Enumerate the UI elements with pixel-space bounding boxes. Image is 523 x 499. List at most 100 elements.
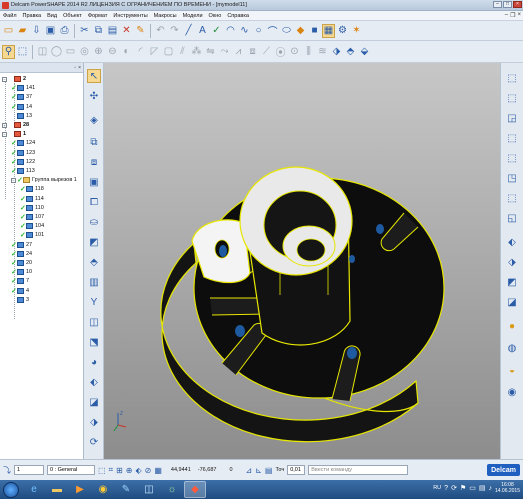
tree-item[interactable]: ✓ 113 (11, 167, 35, 175)
menu-models[interactable]: Модели (180, 13, 206, 19)
collapse-icon[interactable]: − (2, 76, 7, 82)
grid-toggle-icon[interactable]: ⊞ (116, 466, 123, 475)
tree-item[interactable]: ✓ 122 (11, 158, 35, 166)
solid-mode-icon[interactable]: ▦ (322, 23, 335, 38)
curve-icon[interactable]: ∿ (238, 24, 251, 38)
group-icon[interactable]: ▣ (87, 175, 101, 189)
language-indicator[interactable]: RU (433, 485, 441, 491)
tree-item[interactable]: +28 (2, 121, 29, 129)
box-view-icon[interactable]: ▥ (87, 275, 101, 289)
tray-battery-icon[interactable]: ▭ (469, 484, 476, 492)
view-top-icon[interactable]: ⬚ (505, 71, 519, 85)
menu-file[interactable]: Файл (0, 13, 20, 19)
circle-icon[interactable]: ○ (252, 24, 265, 38)
solid-pattern-icon[interactable]: ⁂ (190, 45, 203, 59)
tree-item[interactable]: ✓ 37 (11, 93, 32, 101)
solid-blend-icon[interactable]: ◐ (120, 45, 133, 59)
solid-thicken-icon[interactable]: ⧈ (246, 45, 259, 59)
view-iso-icon[interactable]: ◲ (505, 111, 519, 125)
feature-tree-icon[interactable]: ⚲ (2, 44, 15, 59)
tree-item[interactable]: 3 (11, 296, 29, 304)
tree-item[interactable]: ✓ 24 (11, 250, 32, 258)
electrode-icon[interactable]: ✶ (350, 24, 363, 38)
document-close-button[interactable]: × (517, 12, 521, 19)
solid-rib-icon[interactable]: ⫼ (302, 45, 315, 59)
menu-view[interactable]: Вид (44, 13, 60, 19)
solid-loft-icon[interactable]: ⩘ (232, 45, 245, 59)
render-icon[interactable]: ◉ (505, 385, 519, 399)
panel-close-icon[interactable]: × (78, 65, 81, 71)
menu-window[interactable]: Окно (206, 13, 225, 19)
tree-item[interactable]: ✓ 141 (11, 84, 35, 92)
menu-format[interactable]: Формат (85, 13, 111, 19)
cursor-snap-icon[interactable]: ⬖ (135, 466, 141, 475)
dimension-icon[interactable]: ⊾ (255, 466, 262, 475)
solid-icon[interactable]: ■ (308, 24, 321, 38)
close-button[interactable]: × (513, 1, 522, 8)
zoom-fit-icon[interactable]: ⬖ (505, 235, 519, 249)
tree-item[interactable]: ✓ 118 (20, 185, 44, 193)
shade-view-icon[interactable]: ◕ (87, 355, 101, 369)
assembly-icon[interactable]: ⚙ (336, 24, 349, 38)
layer-icon[interactable]: ⧈ (87, 155, 101, 169)
units-icon[interactable]: ▦ (154, 466, 162, 475)
undo-icon[interactable]: ↶ (154, 24, 167, 38)
solid-thread-icon[interactable]: ≋ (316, 45, 329, 59)
analysis-view-icon[interactable]: ⬗ (87, 415, 101, 429)
clip-view-icon[interactable]: ◪ (87, 395, 101, 409)
solid-extrude-icon[interactable]: ▭ (64, 45, 77, 59)
inspect-view-icon[interactable]: ⟳ (87, 435, 101, 449)
layer-selector[interactable]: 0 : General (47, 465, 95, 475)
solid-fillet-icon[interactable]: ◜ (134, 45, 147, 59)
solid-shell-icon[interactable]: ▢ (162, 45, 175, 59)
copy-icon[interactable]: ⧉ (92, 24, 105, 38)
cut-icon[interactable]: ✂ (78, 24, 91, 38)
view-left-icon[interactable]: ⬚ (505, 131, 519, 145)
text-icon[interactable]: A (196, 24, 209, 38)
tree-item[interactable]: ✓ 20 (11, 259, 32, 267)
3d-viewport[interactable]: Z (104, 63, 500, 459)
collapse-icon[interactable]: − (11, 177, 16, 183)
solid-mirror-icon[interactable]: ⇋ (204, 45, 217, 59)
brush-icon[interactable]: ✎ (134, 24, 147, 38)
view-right-icon[interactable]: ⬚ (505, 151, 519, 165)
level-selector[interactable]: 1 (14, 465, 44, 475)
expand-icon[interactable]: + (2, 122, 7, 128)
tree-item[interactable]: − ✓ Группа вырезов 1 (11, 176, 77, 184)
tree-item[interactable]: ✓ 27 (11, 241, 32, 249)
view-back-icon[interactable]: ◳ (505, 171, 519, 185)
copy-layer-icon[interactable]: ⧉ (87, 135, 101, 149)
pan-view-icon[interactable]: ◩ (505, 275, 519, 289)
tree-item[interactable]: ✓ 7 (11, 277, 29, 285)
wireframe-toggle-icon[interactable]: ⬚ (98, 466, 106, 475)
viewer-icon[interactable]: ◫ (138, 481, 160, 498)
powershape-icon[interactable]: ◆ (184, 481, 206, 498)
maximize-button[interactable]: □ (503, 1, 512, 8)
tree-item[interactable]: −1 (2, 130, 26, 138)
tree-item[interactable]: ✓ 4 (11, 287, 29, 295)
ie-icon[interactable]: e (23, 481, 45, 498)
tree-item[interactable]: ✓ 101 (20, 231, 44, 239)
paint-icon[interactable]: ✎ (115, 481, 137, 498)
tree-item[interactable]: ✓ 114 (20, 195, 44, 203)
spline-icon[interactable]: ⌒ (266, 24, 279, 38)
tree-item[interactable]: ✓ 107 (20, 213, 44, 221)
print-icon[interactable]: ⎙ (58, 24, 71, 38)
shaded-edges-icon[interactable]: ◒ (505, 363, 519, 377)
tree-item[interactable]: ✓ 10 (11, 268, 32, 276)
solid-boolean-icon[interactable]: ⊕ (92, 45, 105, 59)
media-player-icon[interactable]: ▶ (69, 481, 91, 498)
edge-view-icon[interactable]: ◫ (87, 315, 101, 329)
start-button[interactable] (3, 481, 19, 498)
solid-sweep-icon[interactable]: ⤳ (218, 45, 231, 59)
view-bottom-icon[interactable]: ⬚ (505, 191, 519, 205)
menu-help[interactable]: Справка (224, 13, 252, 19)
redo-icon[interactable]: ↷ (168, 24, 181, 38)
chrome-icon[interactable]: ◉ (92, 481, 114, 498)
tree-item[interactable]: −2 (2, 75, 26, 83)
menu-macros[interactable]: Макросы (151, 13, 180, 19)
solid-cylinder-icon[interactable]: ◯ (50, 45, 63, 59)
tray-update-icon[interactable]: ⟳ (451, 484, 457, 492)
tree-item[interactable]: ✓ 123 (11, 149, 35, 157)
solid-boss-icon[interactable]: ⊙ (288, 45, 301, 59)
